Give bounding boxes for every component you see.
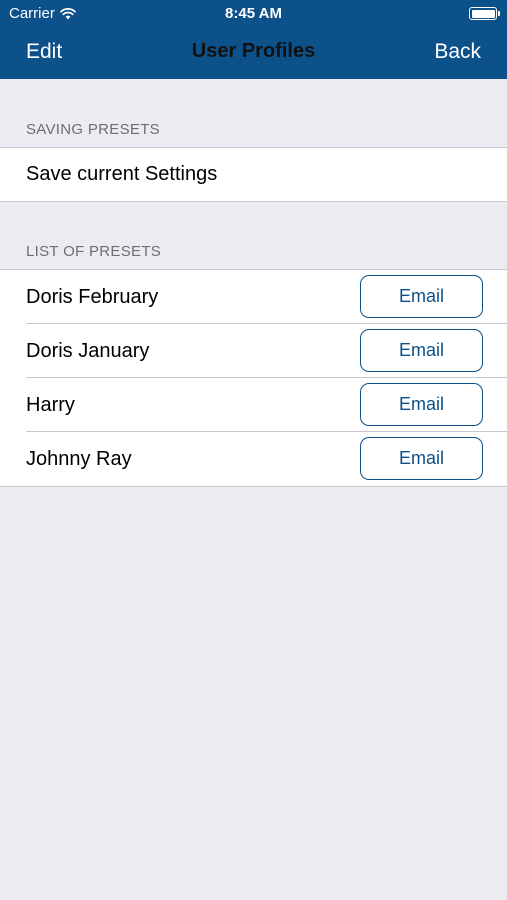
status-time: 8:45 AM bbox=[225, 5, 282, 22]
email-button[interactable]: Email bbox=[360, 437, 483, 480]
battery-icon bbox=[469, 7, 500, 20]
saving-presets-group: Save current Settings bbox=[0, 147, 507, 202]
email-button[interactable]: Email bbox=[360, 329, 483, 372]
status-bar: Carrier 8:45 AM bbox=[0, 0, 507, 28]
preset-row-doris-january[interactable]: Doris January Email bbox=[0, 323, 507, 378]
top-bar: Carrier 8:45 AM Edit User Profiles Back bbox=[0, 0, 507, 79]
navigation-bar: Edit User Profiles Back bbox=[0, 28, 507, 79]
save-current-settings-cell[interactable]: Save current Settings bbox=[0, 148, 507, 201]
preset-name: Doris February bbox=[26, 285, 159, 308]
preset-row-johnny-ray[interactable]: Johnny Ray Email bbox=[0, 431, 507, 486]
presets-list: Doris February Email Doris January Email… bbox=[0, 269, 507, 487]
preset-name: Doris January bbox=[26, 339, 150, 362]
page-title: User Profiles bbox=[191, 40, 316, 62]
save-current-settings-label: Save current Settings bbox=[26, 163, 218, 185]
email-button[interactable]: Email bbox=[360, 383, 483, 426]
back-button[interactable]: Back bbox=[434, 40, 481, 64]
preset-name: Harry bbox=[26, 393, 75, 416]
saving-presets-header: SAVING PRESETS bbox=[26, 121, 160, 138]
preset-name: Johnny Ray bbox=[26, 447, 132, 470]
email-button[interactable]: Email bbox=[360, 275, 483, 318]
preset-row-doris-february[interactable]: Doris February Email bbox=[0, 270, 507, 324]
list-of-presets-header: LIST OF PRESETS bbox=[26, 243, 162, 260]
preset-row-harry[interactable]: Harry Email bbox=[0, 377, 507, 432]
